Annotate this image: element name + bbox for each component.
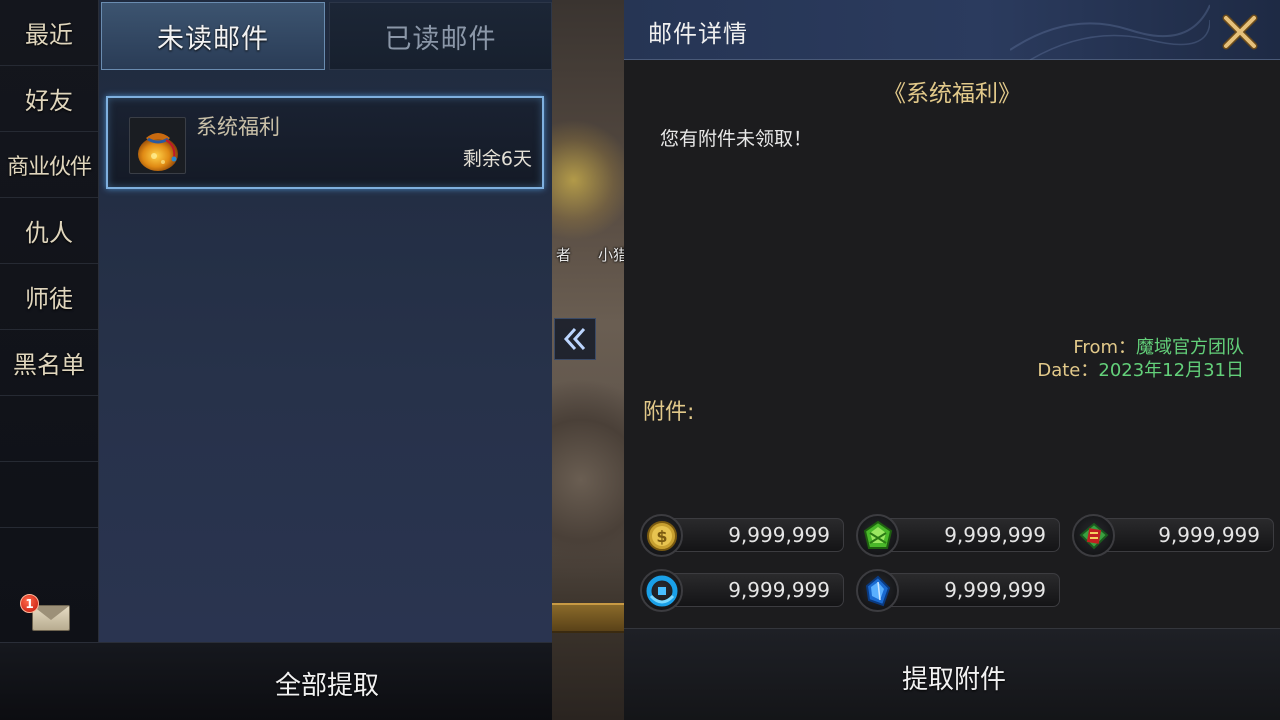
nav-empty-slot — [0, 396, 98, 462]
claim-attachments-button[interactable]: 提取附件 — [864, 657, 1044, 697]
attachment-item[interactable]: 9,999,999 $ — [640, 514, 844, 557]
mail-list-item[interactable]: 系统福利 剩余6天 — [106, 96, 544, 189]
close-button[interactable] — [1218, 10, 1262, 54]
nav-item-business-partners[interactable]: 商业伙伴 — [0, 132, 98, 198]
close-icon — [1222, 14, 1258, 50]
detail-header: 邮件详情 — [624, 0, 1280, 60]
double-chevron-left-icon — [563, 327, 586, 351]
attachment-amount: 9,999,999 — [876, 518, 1060, 552]
red-ticket-icon — [1072, 514, 1115, 557]
attachment-amount: 9,999,999 — [660, 573, 844, 607]
mail-button[interactable]: 1 — [20, 594, 72, 636]
collapse-panel-button[interactable] — [554, 318, 596, 360]
list-footer: 全部提取 — [0, 642, 552, 720]
nav-empty-slot — [0, 462, 98, 528]
nav-item-friends[interactable]: 好友 — [0, 66, 98, 132]
mail-subject: 《系统福利》 — [883, 81, 1021, 107]
nav-item-blacklist[interactable]: 黑名单 — [0, 330, 98, 396]
header-ornament — [1010, 4, 1210, 60]
attachment-amount: 9,999,999 — [1092, 518, 1274, 552]
treasure-bag-icon — [129, 117, 186, 174]
gold-coin-icon: $ — [640, 514, 683, 557]
date-label: Date： — [1037, 360, 1099, 381]
scene-player-name: 者 — [556, 246, 572, 264]
from-label: From： — [1073, 337, 1136, 358]
attachment-item[interactable]: 9,999,999 — [1072, 514, 1276, 557]
tab-read-mail[interactable]: 已读邮件 — [329, 2, 552, 70]
svg-text:$: $ — [656, 527, 667, 546]
from-value: 魔域官方团队 — [1136, 337, 1244, 358]
tab-unread-mail[interactable]: 未读邮件 — [101, 2, 325, 70]
nav-item-enemies[interactable]: 仇人 — [0, 198, 98, 264]
blue-orb-icon — [640, 569, 683, 612]
nav-item-recent[interactable]: 最近 — [0, 0, 98, 66]
attachment-item[interactable]: 9,999,999 — [640, 569, 844, 612]
attachment-item[interactable]: 9,999,999 — [856, 514, 1060, 557]
mail-detail-panel: 邮件详情 《系统福利》 您有附件未领取！ From：魔域官方团队 Date：20… — [624, 0, 1280, 720]
unread-count-badge: 1 — [20, 594, 39, 613]
claim-all-button[interactable]: 全部提取 — [230, 663, 424, 703]
scene-player-name: 小猎 — [598, 246, 624, 264]
date-value: 2023年12月31日 — [1098, 360, 1244, 381]
green-gem-icon — [856, 514, 899, 557]
nav-item-mentorship[interactable]: 师徒 — [0, 264, 98, 330]
mail-item-remaining-time: 剩余6天 — [462, 148, 532, 170]
mail-date-line: Date：2023年12月31日 — [1037, 356, 1244, 382]
attachments-label: 附件: — [643, 400, 695, 425]
mail-list-panel: 未读邮件 已读邮件 系统福利 剩余6天 — [99, 0, 552, 642]
mail-body-text: 您有附件未领取！ — [660, 128, 813, 150]
attachment-amount: 9,999,999 — [876, 573, 1060, 607]
detail-title: 邮件详情 — [648, 20, 748, 48]
envelope-icon — [32, 605, 70, 631]
scene-gold-beam — [552, 603, 624, 633]
blue-crystal-icon — [856, 569, 899, 612]
attachment-amount: 9,999,999 — [660, 518, 844, 552]
attachment-item[interactable]: 9,999,999 — [856, 569, 1060, 612]
game-scene-background: 者 小猎 — [552, 0, 624, 720]
social-sidebar: 最近 好友 商业伙伴 仇人 师徒 黑名单 — [0, 0, 99, 642]
detail-footer: 提取附件 — [624, 628, 1280, 720]
mail-item-title: 系统福利 — [196, 115, 280, 139]
